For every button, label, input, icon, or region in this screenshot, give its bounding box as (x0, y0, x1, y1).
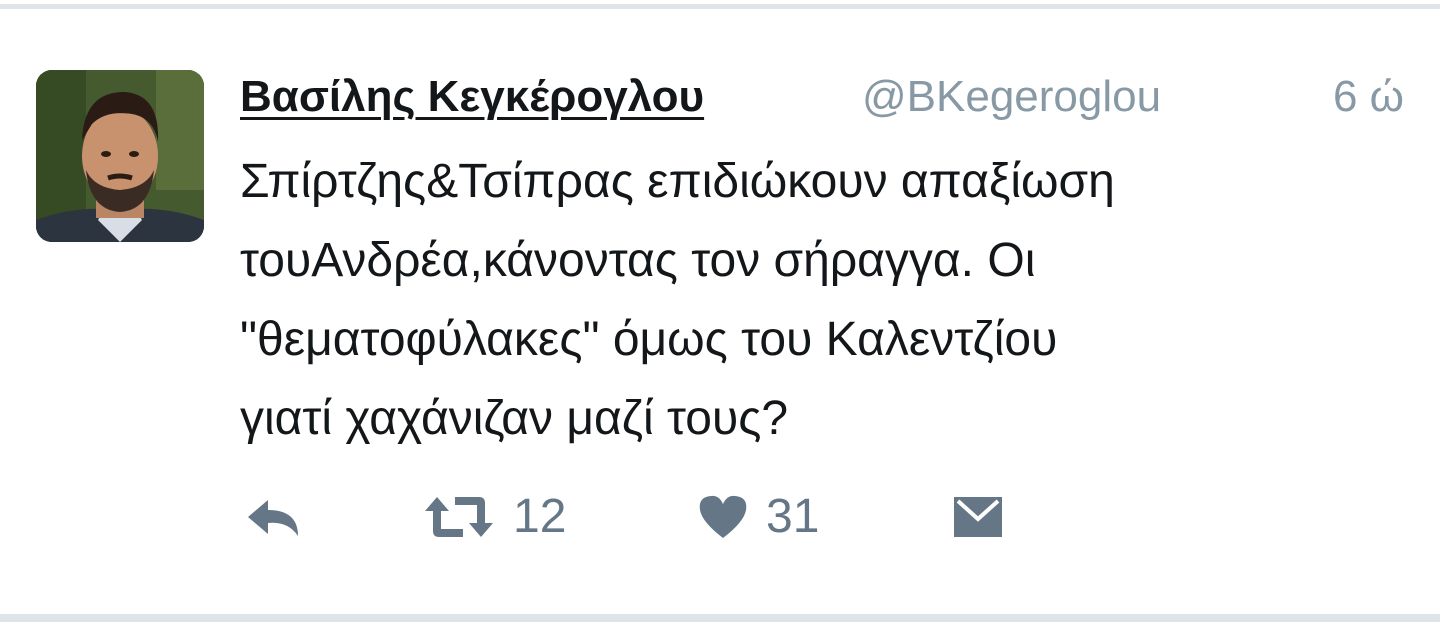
retweet-icon (425, 497, 493, 537)
author-handle[interactable]: @BKegeroglou (862, 69, 1161, 125)
tweet-header: Βασίλης Κεγκέρογλου @BKegeroglou 6 ώ (240, 69, 1404, 129)
tweet-text-line: "θεματοφύλακες" όμως του Καλεντζίου (240, 313, 1058, 366)
tweet-actions: 12 31 (240, 487, 1040, 547)
tweet-timestamp[interactable]: 6 ώ (1333, 69, 1404, 125)
author-display-name[interactable]: Βασίλης Κεγκέρογλου (240, 69, 704, 125)
retweet-count: 12 (513, 490, 567, 543)
tweet-text-line: Σπίρτζης&Τσίπρας επιδιώκουν απαξίωση (240, 155, 1115, 208)
like-button[interactable]: 31 (698, 487, 819, 547)
avatar[interactable] (36, 70, 204, 242)
tweet-text-line: γιατί χαχάνιζαν μαζί τους? (240, 392, 789, 445)
like-count: 31 (766, 490, 820, 543)
direct-message-button[interactable] (952, 487, 1004, 547)
tweet-text-line: τουΑνδρέα,κάνοντας τον σήραγγα. Οι (240, 234, 1036, 287)
bottom-divider (0, 614, 1440, 622)
retweet-button[interactable]: 12 (423, 487, 566, 547)
reply-button[interactable] (244, 487, 302, 547)
tweet-card[interactable]: Βασίλης Κεγκέρογλου @BKegeroglou 6 ώ Σπί… (0, 9, 1440, 614)
reply-icon (248, 500, 298, 536)
envelope-icon (954, 497, 1002, 537)
profile-photo-icon (36, 70, 204, 242)
heart-icon (699, 495, 747, 538)
tweet-text: Σπίρτζης&Τσίπρας επιδιώκουν απαξίωση του… (240, 142, 1400, 458)
